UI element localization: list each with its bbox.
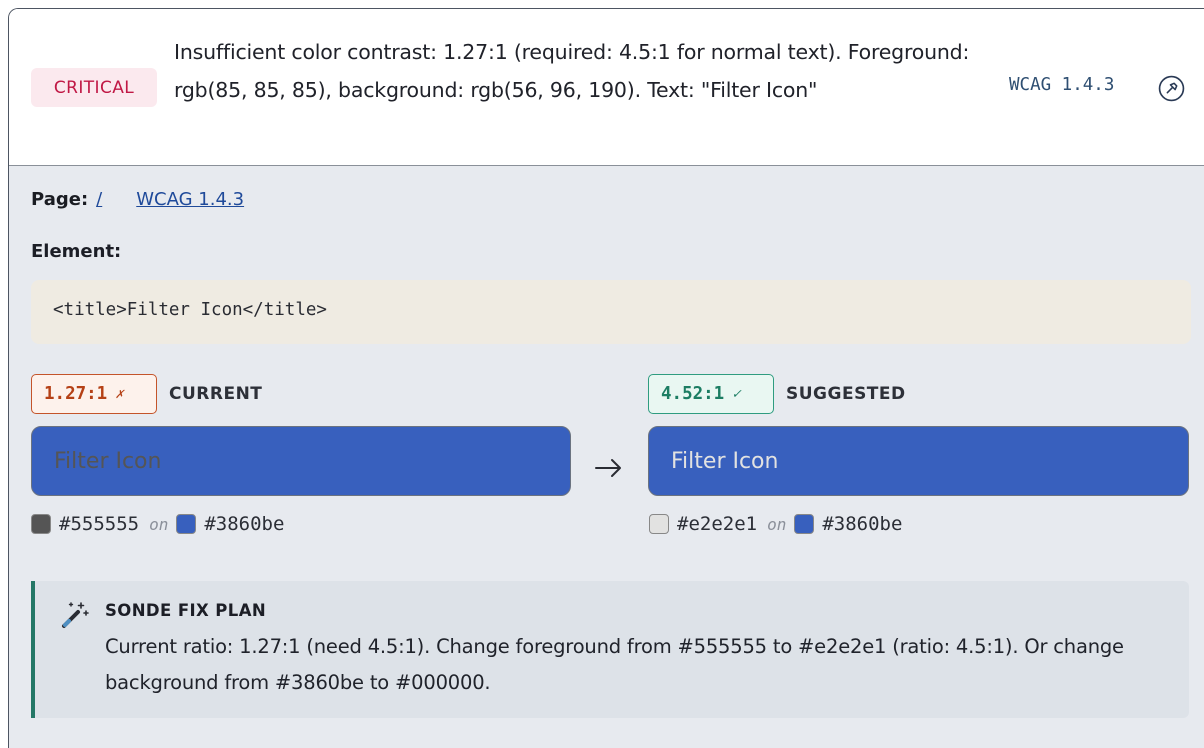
suggested-preview: Filter Icon (648, 426, 1189, 496)
bg-hex: #3860be (822, 513, 903, 535)
issue-details: Page: / WCAG 1.4.3 Element: <title>Filte… (9, 166, 1204, 748)
severity-badge: CRITICAL (31, 68, 157, 107)
current-ratio: 1.27:1 (44, 384, 108, 404)
pass-icon: ✓ (732, 386, 741, 402)
element-label: Element: (31, 241, 122, 262)
page-label: Page: (31, 189, 89, 210)
suggested-ratio: 4.52:1 (661, 384, 725, 404)
fix-plan-text: Current ratio: 1.27:1 (need 4.5:1). Chan… (105, 635, 1124, 694)
bg-hex: #3860be (204, 513, 285, 535)
current-colors: #555555 on #3860be (31, 513, 284, 535)
wcag-reference: WCAG 1.4.3 (1009, 75, 1115, 95)
issue-description: Insufficient color contrast: 1.27:1 (req… (174, 40, 970, 102)
fail-icon: ✗ (115, 386, 124, 402)
on-text: on (767, 514, 787, 534)
current-label: CURRENT (169, 384, 263, 404)
current-ratio-badge: 1.27:1 ✗ (31, 374, 157, 414)
page-row: Page: / WCAG 1.4.3 (31, 189, 244, 210)
fg-swatch (649, 514, 669, 534)
bg-swatch (794, 514, 815, 534)
bg-swatch (176, 514, 197, 534)
arrow-right-icon (595, 459, 621, 477)
pin-icon[interactable] (1158, 75, 1185, 102)
issue-card: CRITICAL Insufficient color contrast: 1.… (8, 8, 1204, 748)
suggested-colors: #e2e2e1 on #3860be (649, 513, 902, 535)
magic-wand-icon (62, 602, 89, 628)
fg-swatch (31, 514, 51, 534)
fix-plan-title: SONDE FIX PLAN (105, 601, 267, 620)
suggested-label: SUGGESTED (786, 384, 906, 404)
element-code: <title>Filter Icon</title> (31, 280, 1191, 344)
page-link[interactable]: / (96, 189, 102, 210)
wcag-link[interactable]: WCAG 1.4.3 (136, 189, 244, 210)
fg-hex: #555555 (59, 513, 140, 535)
on-text: on (149, 514, 169, 534)
fg-hex: #e2e2e1 (677, 513, 758, 535)
issue-header[interactable]: CRITICAL Insufficient color contrast: 1.… (9, 9, 1204, 166)
current-preview: Filter Icon (31, 426, 571, 496)
fix-plan: SONDE FIX PLAN Current ratio: 1.27:1 (ne… (31, 581, 1189, 718)
suggested-ratio-badge: 4.52:1 ✓ (648, 374, 774, 414)
